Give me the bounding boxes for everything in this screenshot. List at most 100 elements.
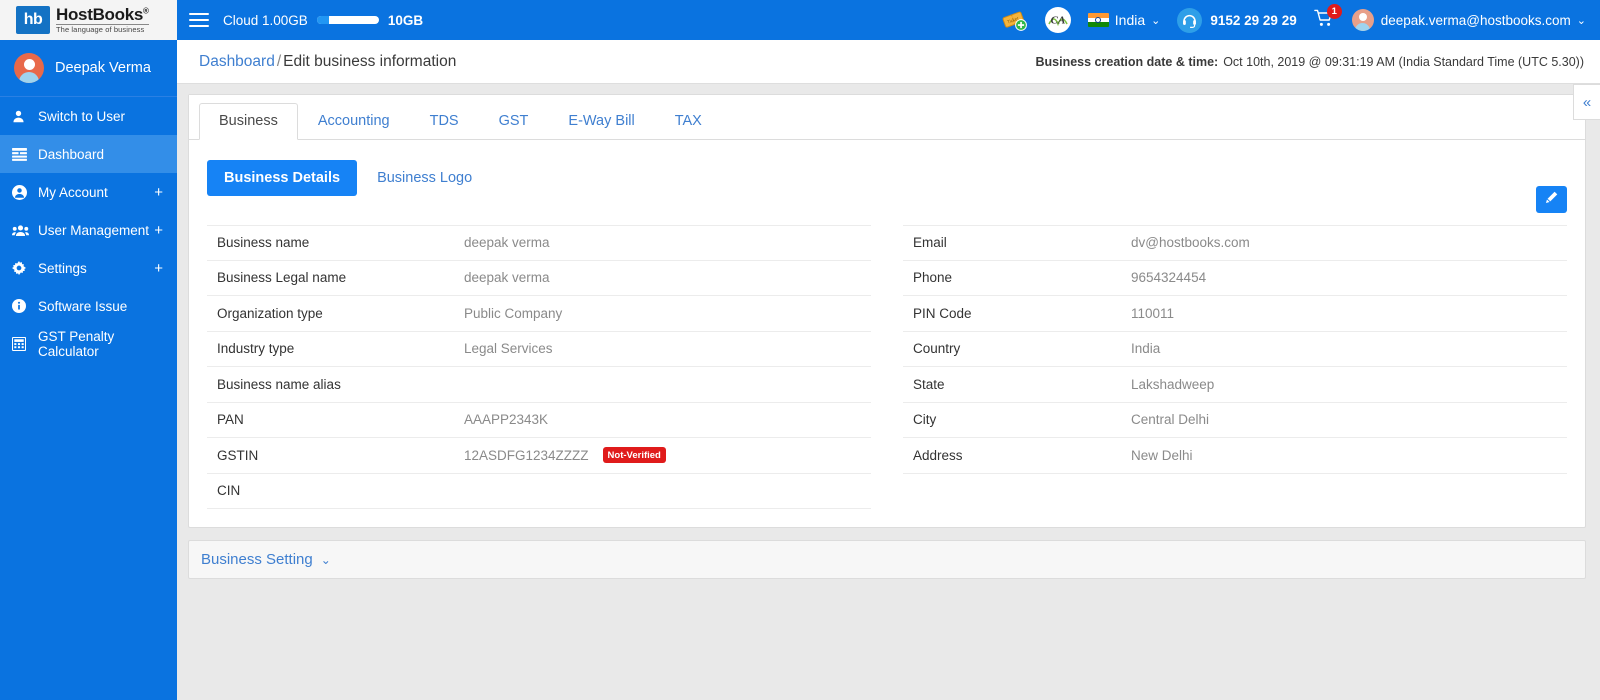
expand-icon[interactable]: + [154, 260, 163, 277]
users-group-icon [12, 224, 31, 237]
detail-row: Email dv@hostbooks.com [903, 225, 1567, 261]
cloud-usage-label: Cloud 1.00GB [223, 12, 308, 28]
tab-label: GST [498, 113, 529, 129]
detail-label: CIN [217, 483, 241, 499]
sidebar-collapse-button[interactable]: « [1573, 84, 1600, 120]
main-area: Cloud 1.00GB 10GB Ticket CA India ⌄ 9152… [177, 0, 1600, 700]
business-creation-info: Business creation date & time: Oct 10th, … [1036, 55, 1585, 69]
sidebar-item-user-management[interactable]: User Management + [0, 211, 177, 249]
tab-tax[interactable]: TAX [655, 103, 722, 140]
detail-row: Phone 9654324454 [903, 261, 1567, 296]
breadcrumb-current: Edit business information [283, 52, 457, 70]
avatar [14, 53, 44, 83]
details-columns: Business name deepak verma Business Legal … [207, 214, 1567, 509]
flag-green-stripe [1087, 22, 1109, 27]
detail-row: State Lakshadweep [903, 367, 1567, 403]
detail-label: City [913, 412, 937, 428]
edit-business-button[interactable] [1536, 186, 1567, 213]
tab-label: E-Way Bill [568, 113, 635, 129]
detail-value: AAAPP2343K [464, 412, 549, 428]
sidebar-item-switch-to-user[interactable]: Switch to User [0, 97, 177, 135]
status-badge: Not-Verified [602, 447, 666, 464]
detail-label: State [913, 376, 945, 392]
detail-label: Business Legal name [217, 270, 347, 286]
add-ticket-button[interactable]: Ticket [1002, 9, 1028, 31]
detail-label: Industry type [217, 341, 295, 357]
headset-icon [1177, 7, 1203, 33]
sidebar-item-dashboard[interactable]: Dashboard [0, 135, 177, 173]
tab-label: TDS [429, 113, 459, 129]
ca-icon: CA [1044, 7, 1071, 33]
sidebar-item-label: User Management [38, 222, 150, 238]
detail-value: India [1131, 341, 1161, 357]
detail-label: Organization type [217, 305, 323, 321]
cloud-max-label: 10GB [387, 12, 424, 28]
sidebar-user-name: Deepak Verma [55, 60, 151, 76]
tab-gst[interactable]: GST [479, 103, 549, 140]
country-selector[interactable]: India ⌄ [1087, 12, 1161, 28]
detail-row: Organization type Public Company [207, 296, 871, 332]
cloud-usage-fill [316, 16, 330, 24]
detail-label: Business name alias [217, 376, 341, 392]
sidebar-item-my-account[interactable]: My Account + [0, 173, 177, 211]
breadcrumb: Dashboard / Edit business information [199, 53, 456, 71]
logo-mark: hb [16, 6, 50, 34]
sidebar-item-label: Software Issue [38, 298, 128, 314]
sidebar-item-label: My Account [38, 184, 108, 200]
breadcrumb-link-dashboard[interactable]: Dashboard [199, 53, 275, 70]
detail-row: Business name deepak verma [207, 225, 871, 261]
detail-row: GSTIN 12ASDFG1234ZZZZ Not-Verified [207, 438, 871, 474]
cloud-usage-progressbar [316, 16, 379, 24]
business-setting-panel: Business Setting ⌄ [188, 540, 1586, 579]
hamburger-bar [189, 12, 209, 16]
tab-eway-bill[interactable]: E-Way Bill [548, 103, 654, 140]
support-phone[interactable]: 9152 29 29 29 [1177, 7, 1297, 33]
info-icon [12, 299, 31, 313]
detail-label: Address [913, 447, 963, 463]
logo-title-text: HostBooks [56, 5, 144, 25]
subtab-business-logo[interactable]: Business Logo [377, 170, 472, 186]
brand-logo[interactable]: hb HostBooks® The language of business [0, 0, 177, 40]
chevron-down-icon: ⌄ [1151, 14, 1161, 27]
tab-bar: Business Accounting TDS GST E-Way Bill T… [189, 95, 1585, 140]
business-setting-toggle[interactable]: Business Setting ⌄ [201, 551, 331, 568]
tab-business[interactable]: Business [199, 103, 298, 140]
detail-label: PIN Code [913, 305, 972, 321]
tab-accounting[interactable]: Accounting [298, 103, 410, 140]
detail-row: PAN AAAPP2343K [207, 403, 871, 438]
detail-value: 9654324454 [1131, 270, 1207, 286]
expand-icon[interactable]: + [154, 222, 163, 239]
hamburger-icon[interactable] [189, 9, 209, 31]
avatar-head [1358, 13, 1367, 21]
detail-value: Central Delhi [1131, 412, 1210, 428]
business-creation-value: Oct 10th, 2019 @ 09:31:19 AM (India Stan… [1223, 54, 1584, 69]
details-column-left: Business name deepak verma Business Legal … [207, 225, 871, 509]
sidebar-item-settings[interactable]: Settings + [0, 249, 177, 287]
gear-icon [12, 261, 31, 275]
pencil-icon [1545, 191, 1558, 209]
ca-badge-button[interactable]: CA [1044, 7, 1071, 33]
subtab-business-details[interactable]: Business Details [207, 160, 358, 196]
cart-button[interactable]: 1 [1313, 4, 1342, 31]
detail-row: CIN [207, 474, 871, 509]
tab-tds[interactable]: TDS [410, 103, 479, 140]
user-menu[interactable]: deepak.verma@hostbooks.com ⌄ [1351, 9, 1586, 31]
sidebar-item-software-issue[interactable]: Software Issue [0, 287, 177, 325]
detail-label: Email [913, 235, 947, 251]
user-email-label: deepak.verma@hostbooks.com [1380, 12, 1571, 28]
avatar-head [23, 59, 35, 70]
detail-row: City Central Delhi [903, 403, 1567, 438]
calculator-icon [12, 337, 31, 351]
detail-label: PAN [217, 412, 244, 428]
sidebar-user[interactable]: Deepak Verma [0, 40, 177, 97]
breadcrumb-separator: / [276, 52, 282, 70]
detail-row: Business name alias [207, 367, 871, 403]
flag-white-stripe [1087, 17, 1109, 23]
support-phone-number: 9152 29 29 29 [1210, 12, 1297, 28]
panel-body: Business Details Business Logo Business [189, 140, 1585, 527]
expand-icon[interactable]: + [154, 184, 163, 201]
avatar-body [1355, 23, 1371, 31]
sidebar-item-gst-penalty-calculator[interactable]: GST Penalty Calculator [0, 325, 177, 363]
detail-label: Business name [217, 235, 310, 251]
sub-tab-bar: Business Details Business Logo [207, 160, 1567, 196]
